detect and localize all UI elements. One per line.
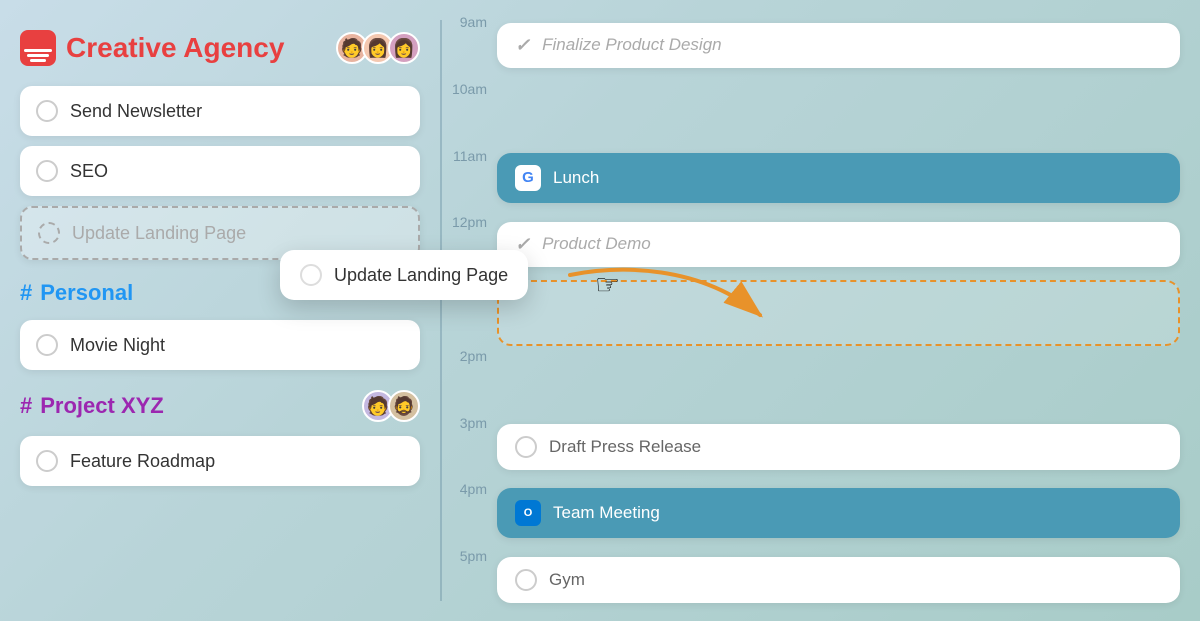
outlook-logo: O bbox=[515, 500, 541, 526]
time-3pm: 3pm bbox=[442, 411, 497, 478]
event-lunch[interactable]: G Lunch bbox=[497, 153, 1180, 203]
task-label: Feature Roadmap bbox=[70, 451, 215, 472]
check-icon: ✓ bbox=[515, 35, 530, 56]
project-xyz-section-header: # Project XYZ 🧑 🧔 bbox=[20, 390, 420, 422]
task-checkbox[interactable] bbox=[36, 100, 58, 122]
event-slot-2pm bbox=[497, 350, 1180, 412]
dragged-task-label: Update Landing Page bbox=[334, 265, 508, 286]
creative-agency-icon bbox=[20, 30, 56, 66]
right-panel: 9am 10am 11am 12pm 1pm 2pm 3pm 4pm 5pm ✓… bbox=[442, 0, 1200, 621]
event-finalize-product-design[interactable]: ✓ Finalize Product Design bbox=[497, 23, 1180, 68]
time-9am: 9am bbox=[442, 10, 497, 77]
event-slot-4pm: O Team Meeting bbox=[497, 482, 1180, 544]
task-checkbox-dashed bbox=[38, 222, 60, 244]
event-title: Draft Press Release bbox=[549, 437, 701, 457]
time-4pm: 4pm bbox=[442, 477, 497, 544]
google-logo: G bbox=[515, 165, 541, 191]
event-title: Product Demo bbox=[542, 234, 651, 254]
task-checkbox[interactable] bbox=[36, 160, 58, 182]
time-10am: 10am bbox=[442, 77, 497, 144]
event-team-meeting[interactable]: O Team Meeting bbox=[497, 488, 1180, 538]
event-title: Lunch bbox=[553, 168, 599, 188]
task-label: Send Newsletter bbox=[70, 101, 202, 122]
time-5pm: 5pm bbox=[442, 544, 497, 611]
task-checkbox[interactable] bbox=[36, 450, 58, 472]
task-send-newsletter[interactable]: Send Newsletter bbox=[20, 86, 420, 136]
dragged-checkbox bbox=[300, 264, 322, 286]
event-slot-10am bbox=[497, 80, 1180, 142]
events-column: ✓ Finalize Product Design G Lunch ✓ Prod… bbox=[497, 10, 1180, 611]
project-xyz-avatars: 🧑 🧔 bbox=[362, 390, 420, 422]
event-draft-press-release[interactable]: Draft Press Release bbox=[497, 424, 1180, 470]
event-slot-12pm: ✓ Product Demo bbox=[497, 213, 1180, 275]
personal-hash-icon: # bbox=[20, 280, 32, 306]
time-column: 9am 10am 11am 12pm 1pm 2pm 3pm 4pm 5pm bbox=[442, 10, 497, 611]
event-title: Finalize Product Design bbox=[542, 35, 722, 55]
event-slot-5pm: Gym bbox=[497, 549, 1180, 611]
left-panel: Creative Agency 🧑 👩 👩 Send Newsletter SE… bbox=[0, 0, 440, 621]
event-title: Team Meeting bbox=[553, 503, 660, 523]
event-title: Gym bbox=[549, 570, 585, 590]
event-product-demo[interactable]: ✓ Product Demo bbox=[497, 222, 1180, 267]
task-checkbox[interactable] bbox=[36, 334, 58, 356]
task-label: Update Landing Page bbox=[72, 223, 246, 244]
project-xyz-title: Project XYZ bbox=[40, 393, 163, 419]
event-checkbox[interactable] bbox=[515, 436, 537, 458]
event-slot-9am: ✓ Finalize Product Design bbox=[497, 14, 1180, 76]
dragged-task-item[interactable]: Update Landing Page bbox=[280, 250, 528, 300]
task-movie-night[interactable]: Movie Night bbox=[20, 320, 420, 370]
task-seo[interactable]: SEO bbox=[20, 146, 420, 196]
task-label: Movie Night bbox=[70, 335, 165, 356]
drop-zone[interactable] bbox=[497, 280, 1180, 346]
task-label: SEO bbox=[70, 161, 108, 182]
event-gym[interactable]: Gym bbox=[497, 557, 1180, 603]
avatar-3: 👩 bbox=[388, 32, 420, 64]
creative-agency-title: Creative Agency bbox=[66, 32, 284, 64]
event-slot-11am: G Lunch bbox=[497, 147, 1180, 209]
avatar-p2: 🧔 bbox=[388, 390, 420, 422]
event-checkbox[interactable] bbox=[515, 569, 537, 591]
task-feature-roadmap[interactable]: Feature Roadmap bbox=[20, 436, 420, 486]
event-slot-3pm: Draft Press Release bbox=[497, 416, 1180, 478]
creative-agency-header: Creative Agency 🧑 👩 👩 bbox=[20, 30, 420, 66]
creative-agency-avatars: 🧑 👩 👩 bbox=[336, 32, 420, 64]
time-11am: 11am bbox=[442, 144, 497, 211]
project-hash-icon: # bbox=[20, 393, 32, 419]
personal-section-title: Personal bbox=[40, 280, 133, 306]
event-slot-1pm[interactable] bbox=[497, 280, 1180, 346]
time-2pm: 2pm bbox=[442, 344, 497, 411]
